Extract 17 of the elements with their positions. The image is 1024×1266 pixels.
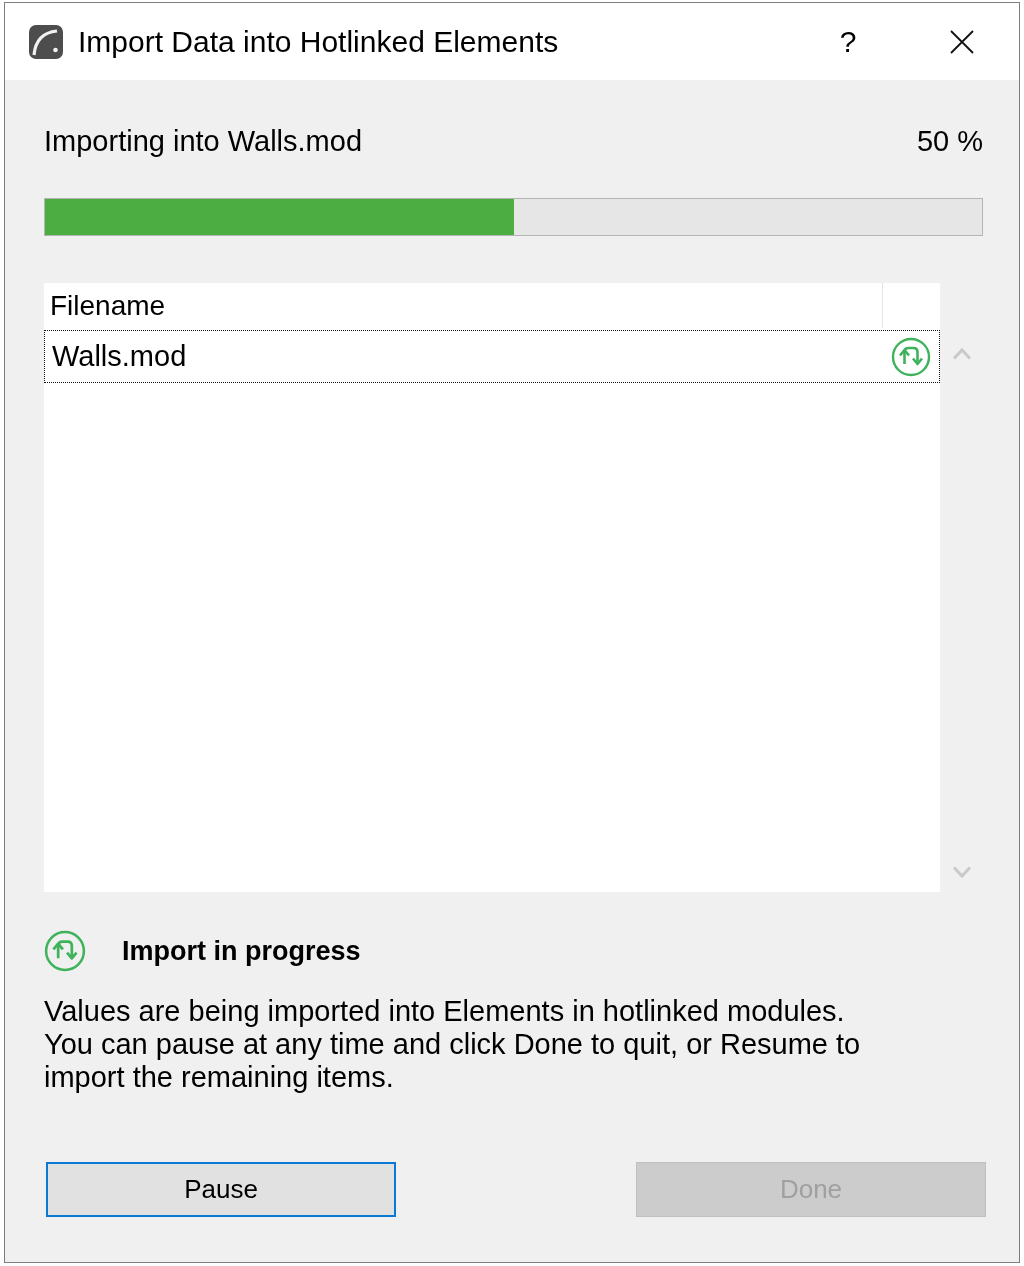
status-title: Import in progress xyxy=(122,935,361,967)
progress-percent: 50 % xyxy=(916,126,983,156)
dialog-button[interactable]: Pause xyxy=(46,1162,396,1217)
app-logo-icon xyxy=(28,23,64,60)
status-message: You can pause at any time and click Done to quit, or Resume to import the remaining items. xyxy=(44,1028,862,1094)
sync-icon xyxy=(891,336,931,377)
chevron-down-icon[interactable] xyxy=(951,866,972,879)
close-icon xyxy=(950,29,974,54)
progress-label: Importing into Walls.mod xyxy=(44,126,363,156)
window-title: Import Data into Hotlinked Elements xyxy=(78,24,559,59)
chevron-up-icon[interactable] xyxy=(951,347,972,360)
sync-icon xyxy=(44,930,86,972)
status-message: Values are being imported into Elements in hotlinked modules. xyxy=(44,995,846,1028)
file-row[interactable]: Walls.mod xyxy=(44,330,940,383)
column-header[interactable]: Filename xyxy=(44,283,883,328)
filename-cell-text: Walls.mod xyxy=(52,340,188,373)
help-button[interactable]: ? xyxy=(826,19,870,64)
